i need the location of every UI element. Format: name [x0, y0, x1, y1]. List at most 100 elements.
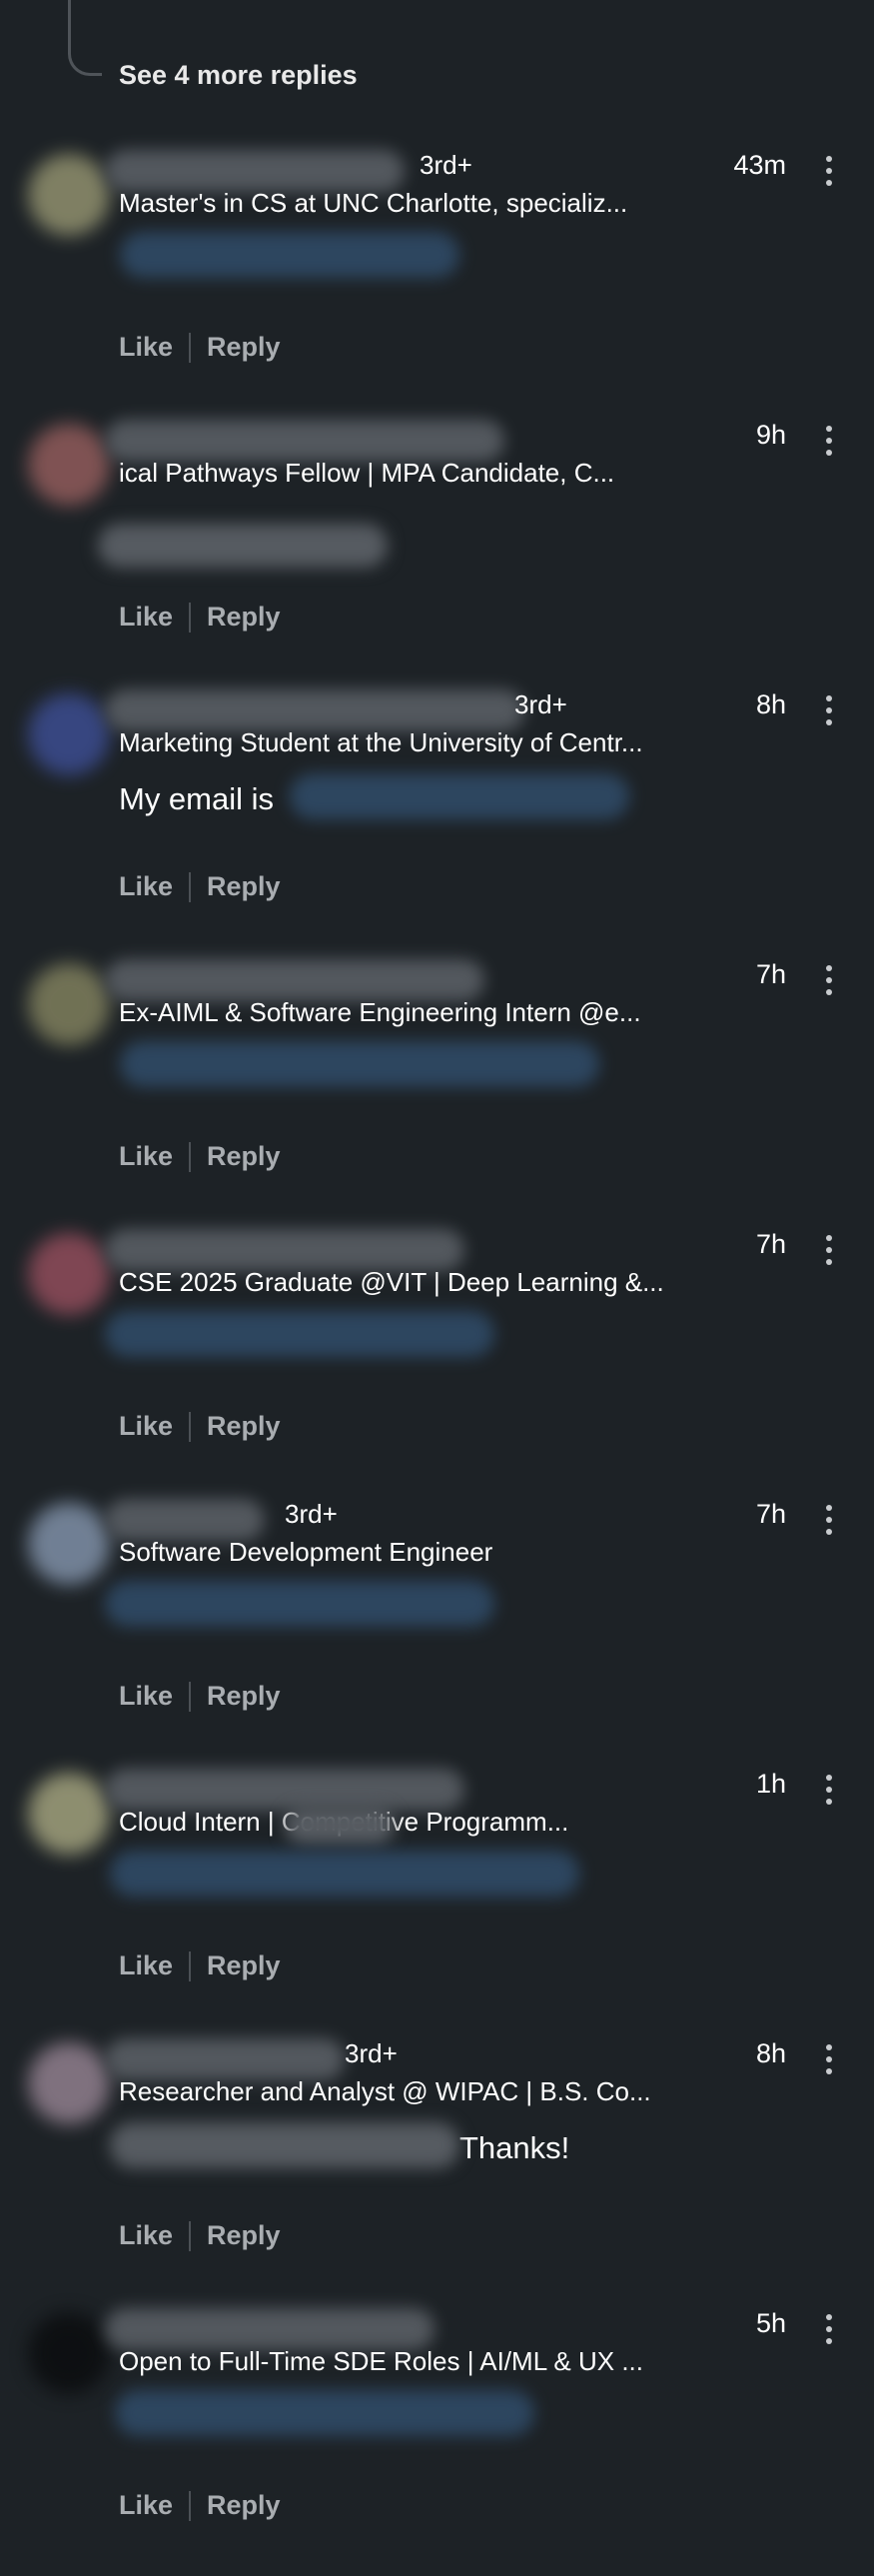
comment-item: 3rd+ Researcher and Analyst @ WIPAC | B.…	[0, 2030, 874, 2300]
more-options-icon[interactable]	[823, 1235, 835, 1269]
comment-actions: Like Reply	[119, 871, 281, 902]
avatar[interactable]	[28, 2312, 110, 2394]
reply-button[interactable]: Reply	[207, 1950, 281, 1981]
comment-item: CSE 2025 Graduate @VIT | Deep Learning &…	[0, 1221, 874, 1491]
more-options-icon[interactable]	[823, 426, 835, 460]
more-options-icon[interactable]	[823, 2044, 835, 2078]
commenter-name-redacted[interactable]	[105, 959, 484, 1001]
action-divider	[189, 332, 192, 363]
like-button[interactable]: Like	[119, 1141, 173, 1172]
avatar[interactable]	[28, 963, 110, 1045]
connection-degree: 3rd+	[514, 689, 567, 719]
comment-time: 1h	[755, 1769, 786, 1799]
action-divider	[189, 602, 192, 633]
commenter-name-redacted[interactable]	[105, 689, 524, 731]
commenter-name-redacted[interactable]	[105, 1229, 464, 1271]
reply-button[interactable]: Reply	[207, 1411, 281, 1442]
see-more-replies-link[interactable]: See 4 more replies	[119, 60, 358, 91]
comment-time: 43m	[733, 150, 786, 180]
commenter-headline: ical Pathways Fellow | MPA Candidate, C.…	[119, 458, 615, 488]
comment-actions: Like Reply	[119, 1411, 281, 1442]
reply-button[interactable]: Reply	[207, 871, 281, 902]
action-divider	[189, 1950, 192, 1981]
thread-connector-line	[68, 0, 102, 76]
action-divider	[189, 1681, 192, 1712]
commenter-headline: Ex-AIML & Software Engineering Intern @e…	[119, 997, 641, 1027]
comment-item: 9h ical Pathways Fellow | MPA Candidate,…	[0, 412, 874, 681]
commenter-name-redacted[interactable]	[105, 2038, 345, 2080]
comment-actions: Like Reply	[119, 1950, 281, 1981]
comment-time: 5h	[755, 2308, 786, 2338]
commenter-name-redacted[interactable]	[105, 420, 504, 462]
headline-redacted	[285, 1807, 395, 1845]
comment-item: 3rd+ Marketing Student at the University…	[0, 681, 874, 951]
comment-item: Open to Full-Time SDE Roles | AI/ML & UX…	[0, 2300, 874, 2570]
comment-actions: Like Reply	[119, 332, 281, 363]
comment-body-redacted	[105, 1311, 494, 1357]
like-button[interactable]: Like	[119, 332, 173, 363]
more-options-icon[interactable]	[823, 1505, 835, 1539]
comment-actions: Like Reply	[119, 602, 281, 633]
comment-body-redacted	[110, 1851, 579, 1897]
commenter-name-redacted[interactable]	[105, 1499, 265, 1541]
reply-button[interactable]: Reply	[207, 1141, 281, 1172]
commenter-name-redacted[interactable]	[105, 2308, 435, 2350]
commenter-headline: Researcher and Analyst @ WIPAC | B.S. Co…	[119, 2076, 651, 2106]
comment-time: 9h	[755, 420, 786, 450]
reply-button[interactable]: Reply	[207, 602, 281, 633]
like-button[interactable]: Like	[119, 1681, 173, 1712]
like-button[interactable]: Like	[119, 602, 173, 633]
like-button[interactable]: Like	[119, 871, 173, 902]
comment-time: 8h	[755, 689, 786, 719]
avatar[interactable]	[28, 1233, 110, 1315]
comment-body-redacted	[120, 1041, 599, 1087]
like-button[interactable]: Like	[119, 1950, 173, 1981]
action-divider	[189, 871, 192, 902]
action-divider	[189, 1141, 192, 1172]
like-button[interactable]: Like	[119, 1411, 173, 1442]
like-button[interactable]: Like	[119, 2490, 173, 2521]
comment-body: Thanks!	[459, 2130, 570, 2165]
comment-item: Ex-AIML & Software Engineering Intern @e…	[0, 951, 874, 1221]
commenter-headline: Open to Full-Time SDE Roles | AI/ML & UX…	[119, 2346, 643, 2376]
action-divider	[189, 2490, 192, 2521]
comment-time: 8h	[755, 2038, 786, 2068]
comment-actions: Like Reply	[119, 1141, 281, 1172]
like-button[interactable]: Like	[119, 2220, 173, 2251]
reply-button[interactable]: Reply	[207, 2490, 281, 2521]
reply-button[interactable]: Reply	[207, 1681, 281, 1712]
comment-time: 7h	[755, 959, 786, 989]
reply-button[interactable]: Reply	[207, 2220, 281, 2251]
avatar[interactable]	[28, 1773, 110, 1855]
connection-degree: 3rd+	[285, 1499, 338, 1529]
reply-button[interactable]: Reply	[207, 332, 281, 363]
email-redacted	[290, 773, 629, 819]
more-options-icon[interactable]	[823, 965, 835, 999]
more-options-icon[interactable]	[823, 2314, 835, 2348]
comment-actions: Like Reply	[119, 1681, 281, 1712]
comment-time: 7h	[755, 1499, 786, 1529]
comment-body: My email is	[119, 781, 275, 816]
connection-degree: 3rd+	[420, 150, 472, 180]
more-options-icon[interactable]	[823, 695, 835, 729]
commenter-name-redacted[interactable]	[105, 150, 405, 192]
comment-body-redacted	[105, 1581, 494, 1627]
commenter-headline: Software Development Engineer	[119, 1537, 493, 1567]
comment-item: Cloud Intern | Competitive Programm... 1…	[0, 1761, 874, 2030]
comment-actions: Like Reply	[119, 2220, 281, 2251]
comment-actions: Like Reply	[119, 2490, 281, 2521]
commenter-headline: Master's in CS at UNC Charlotte, special…	[119, 188, 628, 218]
commenter-headline: CSE 2025 Graduate @VIT | Deep Learning &…	[119, 1267, 664, 1297]
avatar[interactable]	[28, 1503, 110, 1585]
avatar[interactable]	[28, 424, 110, 506]
comment-body-redacted	[120, 232, 459, 278]
avatar[interactable]	[28, 2042, 110, 2124]
more-options-icon[interactable]	[823, 1775, 835, 1809]
avatar[interactable]	[28, 693, 110, 775]
action-divider	[189, 1411, 192, 1442]
comment-body-redacted	[115, 2390, 534, 2436]
comment-item: 3rd+ Master's in CS at UNC Charlotte, sp…	[0, 142, 874, 412]
commenter-name-redacted[interactable]	[105, 1769, 464, 1811]
avatar[interactable]	[28, 154, 110, 236]
more-options-icon[interactable]	[823, 156, 835, 190]
